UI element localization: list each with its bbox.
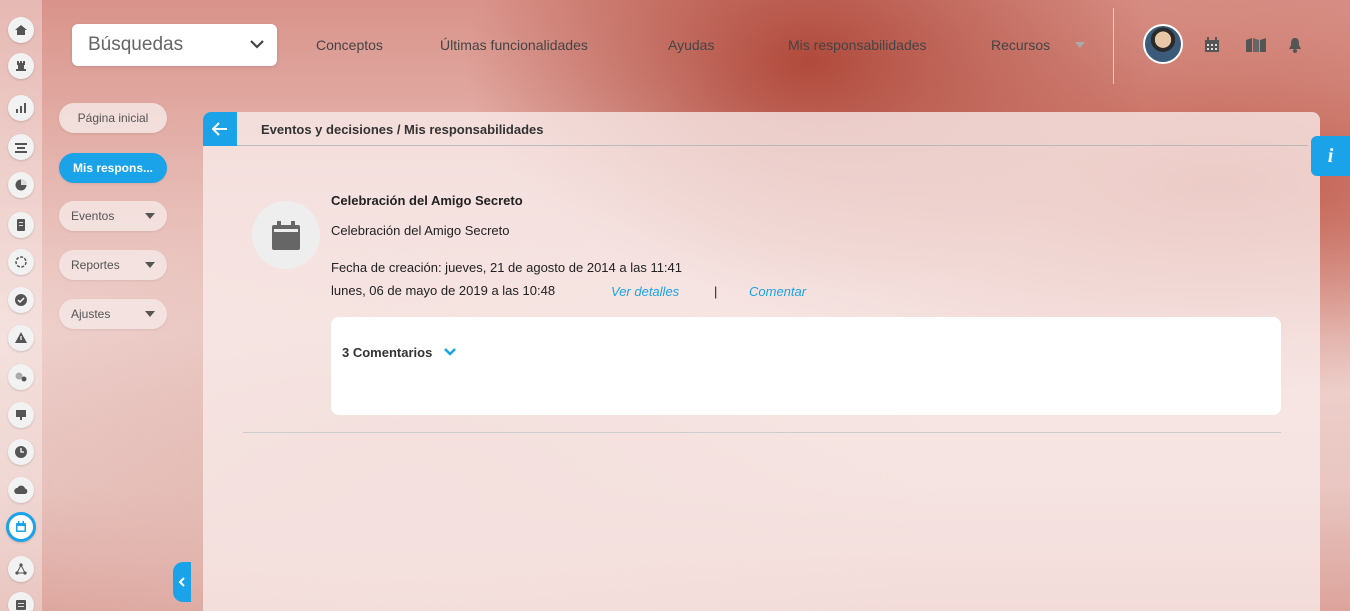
nav-ultimas-funcionalidades[interactable]: Últimas funcionalidades — [440, 37, 588, 53]
event-title: Celebración del Amigo Secreto — [331, 193, 523, 208]
warning-icon[interactable] — [8, 325, 34, 351]
menu-ajustes[interactable]: Ajustes — [59, 299, 167, 329]
caret-down-icon — [145, 262, 155, 268]
calendar-icon — [272, 221, 300, 250]
info-button[interactable]: i — [1311, 136, 1350, 176]
info-icon: i — [1327, 144, 1334, 167]
pie-chart-icon[interactable] — [8, 172, 34, 198]
breadcrumb: Eventos y decisiones / Mis responsabilid… — [261, 122, 544, 137]
comments-box: 3 Comentarios — [331, 317, 1281, 415]
home-icon[interactable] — [8, 17, 34, 43]
caret-down-icon — [1075, 42, 1085, 48]
event-date: lunes, 06 de mayo de 2019 a las 10:48 — [331, 283, 556, 298]
caret-down-icon — [145, 213, 155, 219]
calendar-icon[interactable] — [1203, 36, 1221, 54]
event-icon — [252, 201, 320, 269]
nav-recursos[interactable]: Recursos — [991, 37, 1050, 53]
clock-icon[interactable] — [8, 439, 34, 465]
main-panel: Eventos y decisiones / Mis responsabilid… — [203, 112, 1320, 611]
nav-mis-responsabilidades[interactable]: Mis responsabilidades — [788, 37, 927, 53]
rook-icon[interactable] — [8, 53, 34, 79]
creation-date: Fecha de creación: jueves, 21 de agosto … — [331, 260, 683, 275]
nav-conceptos[interactable]: Conceptos — [316, 37, 383, 53]
panel-header: Eventos y decisiones / Mis responsabilid… — [203, 112, 1308, 146]
chevron-down-icon[interactable] — [443, 347, 457, 357]
divider — [243, 432, 1281, 433]
menu-eventos[interactable]: Eventos — [59, 201, 167, 231]
comment-link[interactable]: Comentar — [749, 284, 806, 299]
toggle-icon[interactable] — [8, 364, 34, 390]
menu-reportes[interactable]: Reportes — [59, 250, 167, 280]
menu-label: Ajustes — [71, 307, 111, 321]
circle-icon[interactable] — [8, 249, 34, 275]
menu-pagina-inicial[interactable]: Página inicial — [59, 103, 167, 133]
link-separator: | — [714, 284, 718, 299]
caret-down-icon — [145, 311, 155, 317]
event-description: Celebración del Amigo Secreto — [331, 223, 510, 238]
map-icon[interactable] — [1245, 36, 1267, 54]
document-icon[interactable] — [8, 212, 34, 238]
menu-label: Mis respons... — [72, 161, 154, 175]
view-details-link[interactable]: Ver detalles — [611, 284, 679, 299]
strategy-icon[interactable] — [8, 134, 34, 160]
back-button[interactable] — [203, 112, 237, 146]
list-icon[interactable] — [8, 592, 34, 611]
calendar-icon[interactable] — [6, 512, 36, 542]
chevron-left-icon — [178, 577, 185, 587]
menu-label: Eventos — [71, 209, 115, 223]
top-bar: Búsquedas Conceptos Últimas funcionalida… — [55, 0, 1350, 84]
arrow-left-icon — [212, 122, 227, 136]
menu-label: Página inicial — [77, 111, 149, 125]
chevron-down-icon — [250, 40, 264, 49]
presentation-icon[interactable] — [8, 402, 34, 428]
bar-chart-icon[interactable] — [8, 95, 34, 121]
search-label: Búsquedas — [88, 34, 184, 55]
menu-label: Reportes — [71, 258, 120, 272]
bell-icon[interactable] — [1286, 36, 1304, 54]
comments-toggle[interactable]: 3 Comentarios — [342, 345, 432, 360]
avatar[interactable] — [1143, 24, 1183, 64]
icon-rail — [0, 0, 42, 611]
check-icon[interactable] — [8, 287, 34, 313]
menu-mis-responsabilidades[interactable]: Mis respons... — [59, 153, 167, 183]
collapse-menu-button[interactable] — [173, 562, 191, 602]
network-icon[interactable] — [8, 556, 34, 582]
search-dropdown[interactable]: Búsquedas — [72, 24, 277, 66]
divider — [1113, 8, 1114, 84]
cloud-icon[interactable] — [8, 477, 34, 503]
nav-ayudas[interactable]: Ayudas — [668, 37, 714, 53]
